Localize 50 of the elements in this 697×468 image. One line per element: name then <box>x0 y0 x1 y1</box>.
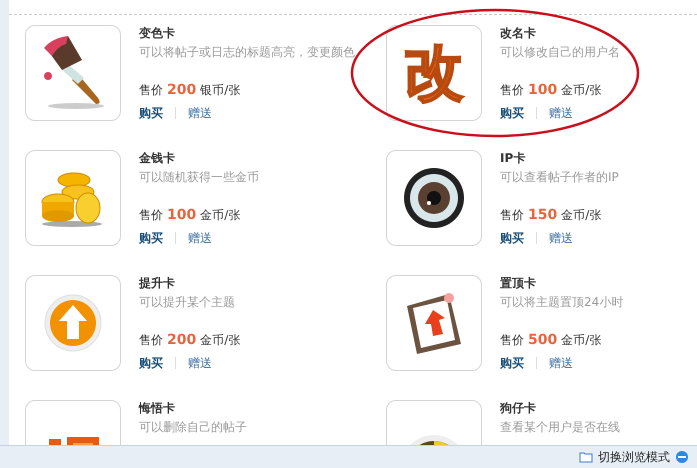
eye-lens-icon <box>402 166 466 230</box>
price-unit: 金币/张 <box>200 332 240 349</box>
mode-switch-link[interactable]: 切换浏览模式 <box>598 448 670 466</box>
price-value: 150 <box>528 206 558 224</box>
card-description: 查看某个用户是否在线 <box>500 419 620 436</box>
price-value: 500 <box>528 331 558 349</box>
price-value: 100 <box>528 81 558 99</box>
card-description: 可以删除自己的帖子 <box>139 419 247 436</box>
card-description: 可以提升某个主题 <box>139 294 236 311</box>
gift-link[interactable]: 赠送 <box>549 105 573 121</box>
price-label: 售价 <box>500 332 524 349</box>
rename-glyph-icon: 改 <box>404 43 464 103</box>
folder-icon <box>579 451 593 463</box>
price-unit: 金币/张 <box>561 332 602 349</box>
gift-link[interactable]: 赠送 <box>188 105 212 121</box>
card-name: 置顶卡 <box>500 275 537 291</box>
card-name: 悔悟卡 <box>139 400 176 416</box>
price-unit: 银币/张 <box>200 82 240 99</box>
card-description: 可以随机获得一些金币 <box>139 169 259 186</box>
gift-link[interactable]: 赠送 <box>188 230 212 246</box>
buy-link[interactable]: 购买 <box>139 105 163 121</box>
price-value: 100 <box>167 206 196 224</box>
price-value: 200 <box>167 331 196 349</box>
buy-link[interactable]: 购买 <box>500 355 524 371</box>
card-description: 可以修改自己的用户名 <box>500 44 620 61</box>
price-label: 售价 <box>139 82 163 99</box>
buy-link[interactable]: 购买 <box>500 105 524 121</box>
gift-link[interactable]: 赠送 <box>549 230 573 246</box>
price-label: 售价 <box>139 207 163 224</box>
price-label: 售价 <box>139 332 163 349</box>
card-description: 可以查看帖子作者的IP <box>500 169 619 186</box>
price-value: 200 <box>167 81 196 99</box>
card-name: 狗仔卡 <box>500 400 537 416</box>
price-unit: 金币/张 <box>561 207 602 224</box>
price-unit: 金币/张 <box>561 82 602 99</box>
gift-link[interactable]: 赠送 <box>188 355 212 371</box>
buy-link[interactable]: 购买 <box>139 230 163 246</box>
card-name: 提升卡 <box>139 275 176 291</box>
card-description: 可以将主题置顶24小时 <box>500 294 624 311</box>
buy-link[interactable]: 购买 <box>500 230 524 246</box>
card-description: 可以将帖子或日志的标题高亮，变更颜色 <box>139 44 355 61</box>
price-unit: 金币/张 <box>200 207 240 224</box>
card-name: IP卡 <box>500 150 526 166</box>
card-name: 金钱卡 <box>139 150 176 166</box>
buy-link[interactable]: 购买 <box>139 355 163 371</box>
card-name: 改名卡 <box>500 25 537 41</box>
card-name: 变色卡 <box>139 25 176 41</box>
price-label: 售价 <box>500 207 524 224</box>
price-label: 售价 <box>500 82 524 99</box>
gift-link[interactable]: 赠送 <box>549 355 573 371</box>
